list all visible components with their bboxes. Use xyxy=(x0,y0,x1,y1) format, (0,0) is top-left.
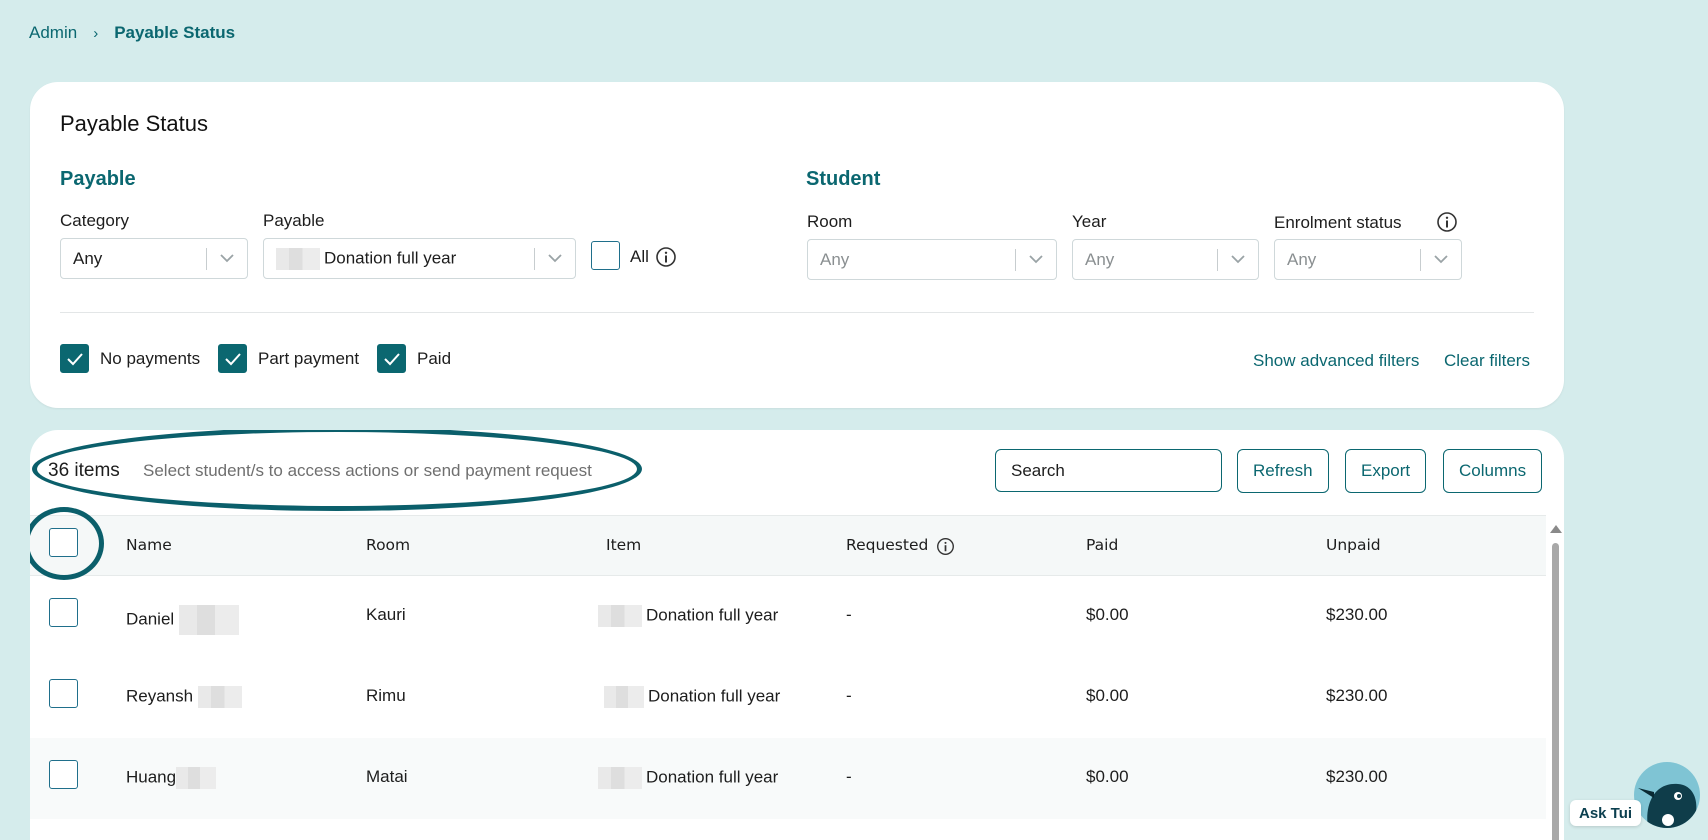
export-button[interactable]: Export xyxy=(1345,449,1427,493)
item-cell: Donation full year xyxy=(646,605,779,625)
row-checkbox[interactable] xyxy=(49,760,78,789)
payable-label: Payable xyxy=(263,211,325,230)
room-placeholder: Any xyxy=(820,249,850,269)
item-cell: Donation full year xyxy=(646,767,779,787)
row-checkbox[interactable] xyxy=(49,598,78,627)
student-name: Daniel xyxy=(126,609,175,629)
refresh-button[interactable]: Refresh xyxy=(1237,449,1329,493)
item-cell: Donation full year xyxy=(648,686,781,706)
paid-checkbox[interactable] xyxy=(377,344,406,373)
checkmark-icon xyxy=(66,352,83,365)
unpaid-cell: $230.00 xyxy=(1326,767,1388,786)
results-panel: 36 items Select student/s to access acti… xyxy=(30,430,1564,840)
table-row[interactable]: Reyansh Rimu Donation full year - $0.00 … xyxy=(30,657,1546,738)
info-icon[interactable] xyxy=(655,246,677,268)
chevron-down-icon xyxy=(1421,255,1461,264)
room-cell: Matai xyxy=(366,767,408,786)
requested-cell: - xyxy=(846,686,852,705)
column-header-unpaid[interactable]: Unpaid xyxy=(1326,536,1381,554)
scrollbar-thumb[interactable] xyxy=(1552,543,1559,840)
checkmark-icon xyxy=(383,352,400,365)
unpaid-cell: $230.00 xyxy=(1326,605,1388,624)
no-payments-checkbox[interactable] xyxy=(60,344,89,373)
category-value: Any xyxy=(73,248,103,268)
tui-bird-icon[interactable] xyxy=(1634,762,1700,828)
year-placeholder: Any xyxy=(1085,249,1115,269)
filter-panel: Payable Status Payable Student Category … xyxy=(30,82,1564,408)
breadcrumb-current: Payable Status xyxy=(114,23,236,42)
table-header: Name Room Item Requested Paid Unpaid xyxy=(30,515,1546,576)
year-select[interactable]: Any xyxy=(1072,239,1259,280)
row-checkbox[interactable] xyxy=(49,679,78,708)
redacted-image xyxy=(276,247,320,270)
clear-filters-link[interactable]: Clear filters xyxy=(1444,351,1530,371)
items-count: 36 items xyxy=(48,460,120,481)
room-select[interactable]: Any xyxy=(807,239,1057,280)
all-label: All xyxy=(630,247,649,266)
chevron-down-icon xyxy=(1016,255,1056,264)
part-payment-label: Part payment xyxy=(258,349,360,368)
all-payables-checkbox[interactable] xyxy=(591,241,620,270)
column-header-name[interactable]: Name xyxy=(126,536,172,554)
category-select[interactable]: Any xyxy=(60,238,248,279)
paid-cell: $0.00 xyxy=(1086,686,1129,705)
year-label: Year xyxy=(1072,212,1107,231)
unpaid-cell: $230.00 xyxy=(1326,686,1388,705)
search-input[interactable] xyxy=(995,449,1222,492)
chevron-down-icon xyxy=(535,254,575,263)
info-icon[interactable] xyxy=(936,537,955,556)
ask-tui-label[interactable]: Ask Tui xyxy=(1570,800,1642,826)
table-row[interactable]: Daniel Kauri Donation full year - $0.00 … xyxy=(30,576,1546,657)
paid-cell: $0.00 xyxy=(1086,767,1129,786)
room-label: Room xyxy=(807,212,853,231)
no-payments-label: No payments xyxy=(100,349,201,368)
requested-cell: - xyxy=(846,767,852,786)
table-row[interactable]: Huang Matai Donation full year - $0.00 $… xyxy=(30,738,1546,819)
divider xyxy=(60,312,1534,313)
payable-select[interactable]: Donation full year xyxy=(263,238,576,279)
table-scrollbar[interactable] xyxy=(1547,515,1564,840)
category-label: Category xyxy=(60,211,129,230)
show-advanced-filters-link[interactable]: Show advanced filters xyxy=(1253,351,1419,371)
paid-label: Paid xyxy=(417,349,452,368)
redacted-surname xyxy=(176,767,217,789)
student-name: Huang xyxy=(126,767,177,787)
enrolment-status-select[interactable]: Any xyxy=(1274,239,1462,280)
student-section-title: Student xyxy=(806,168,881,190)
selection-hint: Select student/s to access actions or se… xyxy=(143,461,592,480)
redacted-image xyxy=(598,767,642,789)
redacted-image xyxy=(604,686,644,708)
enrolment-placeholder: Any xyxy=(1287,249,1317,269)
breadcrumb-separator: › xyxy=(93,24,99,42)
part-payment-checkbox[interactable] xyxy=(218,344,247,373)
page-title: Payable Status xyxy=(60,111,208,136)
column-header-room[interactable]: Room xyxy=(366,536,410,554)
info-icon[interactable] xyxy=(1436,211,1458,233)
redacted-image xyxy=(598,605,642,627)
payable-section-title: Payable xyxy=(60,168,136,190)
columns-button[interactable]: Columns xyxy=(1443,449,1543,493)
chevron-down-icon xyxy=(207,254,247,263)
room-cell: Kauri xyxy=(366,605,406,624)
breadcrumb-admin-link[interactable]: Admin xyxy=(29,23,77,43)
ask-tui-assistant[interactable]: Ask Tui xyxy=(1570,760,1708,840)
student-name: Reyansh xyxy=(126,686,194,706)
room-cell: Rimu xyxy=(366,686,406,705)
chevron-down-icon xyxy=(1218,255,1258,264)
column-header-requested[interactable]: Requested xyxy=(846,536,928,554)
column-header-item[interactable]: Item xyxy=(606,536,641,554)
payable-value: Donation full year xyxy=(324,247,457,267)
enrolment-status-label: Enrolment status xyxy=(1274,213,1402,232)
scroll-up-icon[interactable] xyxy=(1550,525,1562,533)
checkmark-icon xyxy=(224,352,241,365)
paid-cell: $0.00 xyxy=(1086,605,1129,624)
breadcrumb: Admin › Payable Status xyxy=(29,23,235,43)
requested-cell: - xyxy=(846,605,852,624)
redacted-surname xyxy=(197,686,242,708)
redacted-surname xyxy=(178,605,239,635)
column-header-paid[interactable]: Paid xyxy=(1086,536,1118,554)
